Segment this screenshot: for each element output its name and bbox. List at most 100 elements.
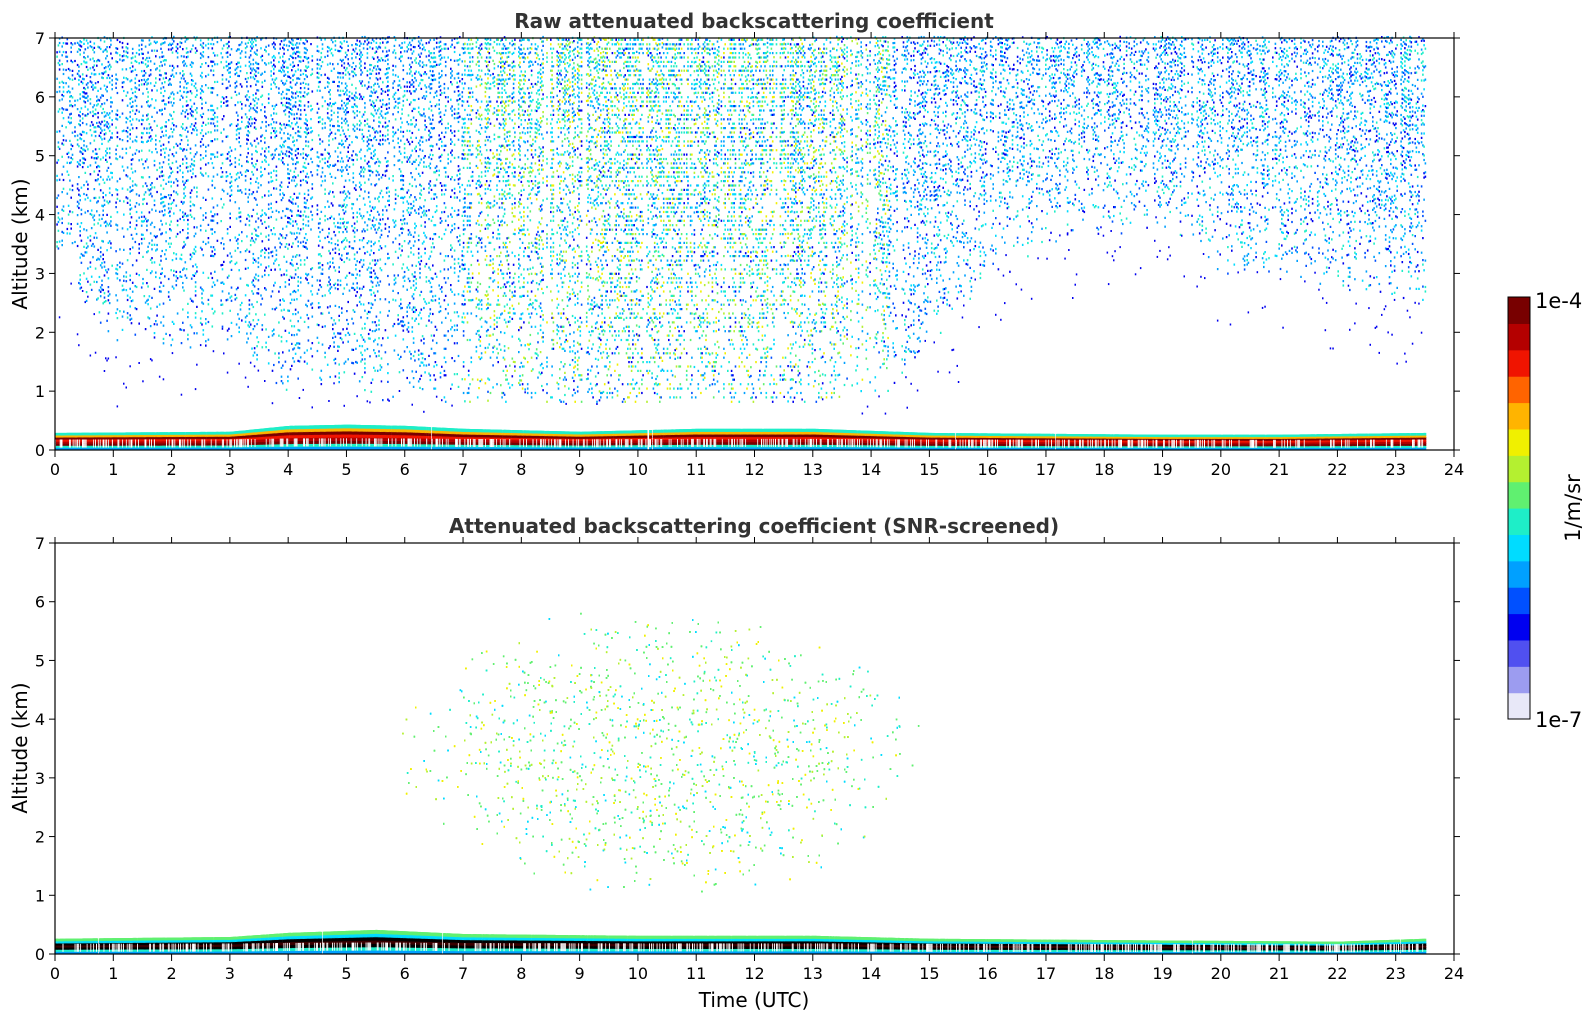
heatmap-cell — [157, 432, 159, 435]
heatmap-cell — [325, 438, 326, 446]
heatmap-cell — [362, 438, 363, 446]
heatmap-cell — [561, 439, 562, 447]
heatmap-cell — [154, 439, 155, 447]
heatmap-cell — [239, 439, 240, 447]
heatmap-cell — [424, 427, 426, 430]
heatmap-cell — [229, 439, 230, 447]
heatmap-cell — [222, 439, 223, 447]
heatmap-cell — [408, 439, 409, 447]
heatmap-cell — [376, 438, 377, 446]
panel-raw: Raw attenuated backscattering coefficien… — [8, 9, 1464, 479]
heatmap-cell — [248, 439, 249, 447]
heatmap-cell — [543, 431, 545, 434]
heatmap-cell — [154, 432, 156, 435]
heatmap-cell — [426, 439, 427, 447]
heatmap-cell — [77, 440, 78, 448]
heatmap-cell — [503, 439, 504, 447]
heatmap-cell — [492, 439, 493, 447]
heatmap-cell — [223, 439, 224, 447]
heatmap-cell — [108, 440, 109, 448]
heatmap-cell — [84, 440, 85, 448]
heatmap-cell — [380, 438, 381, 446]
heatmap-cell — [557, 439, 558, 447]
heatmap-cell — [135, 439, 136, 447]
heatmap-cell — [202, 439, 203, 447]
heatmap-cell — [420, 439, 421, 447]
heatmap-cell — [296, 438, 297, 446]
heatmap-cell — [437, 439, 438, 447]
heatmap-cell — [374, 438, 375, 446]
heatmap-cell — [306, 438, 307, 446]
heatmap-cell — [151, 439, 152, 447]
heatmap-cell — [509, 439, 510, 447]
heatmap-cell — [356, 438, 357, 446]
heatmap-cell — [437, 439, 438, 447]
heatmap-cell — [631, 439, 632, 447]
heatmap-cell — [540, 439, 541, 447]
heatmap-cell — [493, 439, 494, 447]
heatmap-cell — [330, 438, 331, 446]
heatmap-cell — [195, 439, 196, 447]
heatmap-cell — [272, 439, 273, 447]
heatmap-cell — [106, 440, 107, 448]
heatmap-cell — [369, 438, 370, 446]
heatmap-cell — [273, 439, 274, 447]
heatmap-cell — [215, 439, 216, 447]
heatmap-cell — [482, 439, 483, 447]
heatmap-cell — [414, 439, 415, 447]
heatmap-cell — [426, 427, 428, 430]
heatmap-cell — [609, 439, 610, 447]
heatmap-cell — [283, 439, 284, 447]
heatmap-cell — [621, 439, 622, 447]
heatmap-cell — [204, 432, 206, 435]
heatmap-cell — [368, 438, 369, 446]
heatmap-cell — [375, 438, 376, 446]
heatmap-cell — [286, 439, 287, 447]
heatmap-cell — [417, 439, 418, 447]
heatmap-cell — [297, 438, 298, 446]
heatmap-cell — [69, 440, 70, 448]
heatmap-cell — [236, 439, 237, 447]
heatmap-cell — [214, 432, 216, 435]
heatmap-cell — [282, 439, 283, 447]
heatmap-cell — [321, 438, 322, 446]
heatmap-cell — [247, 439, 248, 447]
heatmap-cell — [455, 439, 456, 447]
heatmap-cell — [122, 440, 123, 448]
heatmap-cell — [551, 439, 552, 447]
heatmap-cell — [543, 439, 544, 447]
heatmap-cell — [548, 439, 549, 447]
heatmap-cell — [62, 440, 63, 448]
heatmap-cell — [617, 439, 618, 447]
heatmap-cell — [266, 439, 267, 447]
heatmap-cell — [281, 439, 282, 447]
heatmap-cell — [578, 439, 579, 447]
heatmap-cell — [592, 439, 593, 447]
heatmap-cell — [467, 439, 468, 447]
heatmap-cell — [75, 440, 76, 448]
heatmap-cell — [184, 439, 185, 447]
heatmap-cell — [579, 432, 581, 435]
heatmap-cell — [460, 439, 461, 447]
heatmap-cell — [179, 439, 180, 447]
heatmap-cell — [583, 439, 584, 447]
heatmap-cell — [392, 438, 393, 446]
heatmap-cell — [625, 439, 626, 447]
heatmap-cell — [211, 439, 212, 447]
heatmap-cell — [626, 439, 627, 447]
heatmap-cell — [619, 439, 620, 447]
heatmap-cell — [104, 440, 105, 448]
heatmap-cell — [217, 432, 219, 435]
heatmap-cell — [474, 439, 475, 447]
heatmap-cell — [73, 440, 74, 448]
heatmap-cell — [240, 439, 241, 447]
heatmap-cell — [545, 431, 547, 434]
heatmap-cell — [409, 439, 410, 447]
heatmap-cell — [485, 439, 486, 447]
heatmap-cell — [105, 440, 106, 448]
heatmap-cell — [280, 439, 281, 447]
heatmap-cell — [448, 439, 449, 447]
heatmap-cell — [132, 440, 133, 448]
heatmap-cell — [631, 439, 632, 447]
heatmap-cell — [339, 425, 341, 429]
